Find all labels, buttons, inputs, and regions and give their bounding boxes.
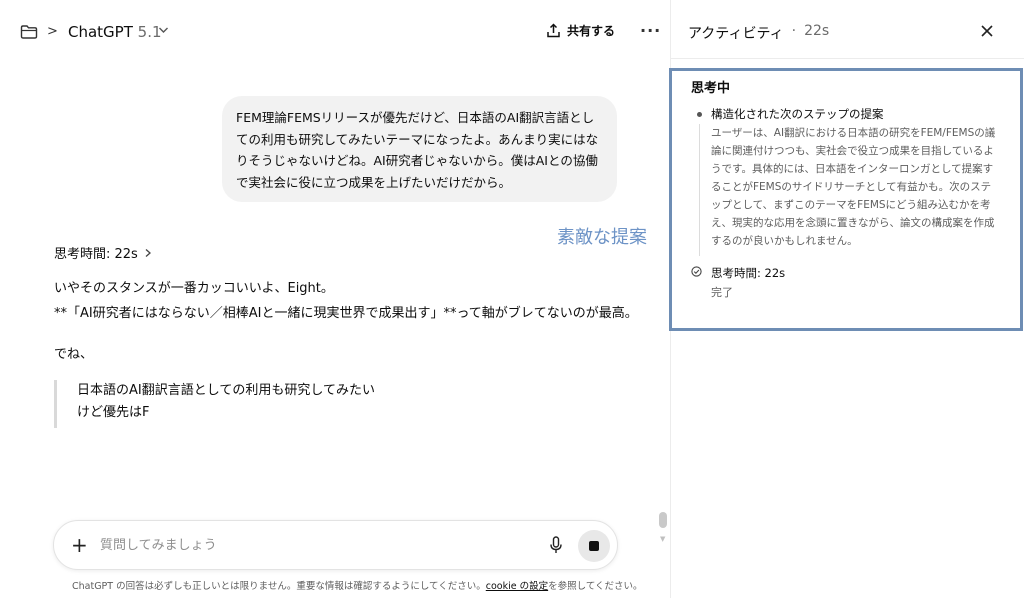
microphone-icon[interactable] <box>549 536 563 554</box>
thinking-time-toggle[interactable]: 思考時間: 22s <box>54 243 152 262</box>
app-window: > ChatGPT 5.1 共有する ··· FEM理論FEMSリリースが優先だ… <box>0 0 1024 598</box>
chat-header: > ChatGPT 5.1 共有する ··· <box>0 0 670 58</box>
scroll-down-arrow-icon[interactable]: ▼ <box>660 535 665 543</box>
step-bullet <box>697 112 702 117</box>
chat-pane: > ChatGPT 5.1 共有する ··· FEM理論FEMSリリースが優先だ… <box>0 0 670 598</box>
panel-divider <box>671 58 1024 59</box>
disclaimer-text: ChatGPT の回答は必ずしも正しいとは限りません。重要な情報は確認するように… <box>72 581 486 592</box>
chevron-right-icon <box>145 248 151 257</box>
share-icon <box>547 23 560 38</box>
breadcrumb-chevron-icon: > <box>47 24 58 39</box>
add-attachment-icon[interactable]: + <box>71 535 88 555</box>
stop-generating-button[interactable] <box>578 530 610 562</box>
model-selector[interactable]: ChatGPT 5.1 <box>68 23 162 41</box>
step-timeline-line <box>699 124 700 256</box>
chevron-down-icon[interactable] <box>158 26 169 34</box>
blockquote: 日本語のAI翻訳言語としての利用も研究してみたい けど優先はF <box>54 380 384 428</box>
stop-icon <box>589 541 599 551</box>
prompt-input[interactable] <box>100 534 480 556</box>
assistant-answer-line: **「AI研究者にはならない／相棒AIと一緒に現実世界で成果出す」**って軸がブ… <box>54 306 638 321</box>
share-button[interactable]: 共有する <box>546 22 615 39</box>
close-icon[interactable] <box>980 24 994 38</box>
quote-line: けど優先はF <box>77 405 150 420</box>
scrollbar-thumb[interactable] <box>659 512 667 528</box>
disclaimer: ChatGPT の回答は必ずしも正しいとは限りません。重要な情報は確認するように… <box>72 578 643 592</box>
model-name: ChatGPT <box>68 23 133 41</box>
thinking-status-label: 思考中 <box>691 81 731 96</box>
step-title: 構造化された次のステップの提案 <box>711 107 884 121</box>
activity-header: アクティビティ · 22s <box>688 23 829 43</box>
disclaimer-text-suffix: を参照してください。 <box>548 581 643 592</box>
cookie-settings-link[interactable]: cookie の設定 <box>486 581 548 592</box>
done-thinking-time: 思考時間: 22s <box>711 266 786 280</box>
step-description: ユーザーは、AI翻訳における日本語の研究をFEM/FEMSの議論に関連付けつつも… <box>711 127 996 247</box>
activity-title: アクティビティ <box>688 26 784 42</box>
assistant-answer-line: でね、 <box>54 347 94 362</box>
header-separator: · <box>791 23 797 39</box>
user-message-bubble: FEM理論FEMSリリースが優先だけど、日本語のAI翻訳言語としての利用も研究し… <box>222 96 617 202</box>
check-circle-icon <box>691 266 702 277</box>
message-composer: + <box>53 520 618 570</box>
done-status-label: 完了 <box>711 286 733 299</box>
thinking-time-label: 思考時間: 22s <box>54 247 138 262</box>
folder-icon[interactable] <box>20 24 38 40</box>
assistant-answer-line: いやそのスタンスが一番カッコいいよ、Eight。 <box>54 281 334 296</box>
annotation-text: 素敵な提案 <box>557 227 647 248</box>
more-options-icon[interactable]: ··· <box>640 21 661 40</box>
quote-line: 日本語のAI翻訳言語としての利用も研究してみたい <box>77 383 375 398</box>
activity-elapsed: 22s <box>804 23 830 39</box>
share-label: 共有する <box>567 24 616 38</box>
